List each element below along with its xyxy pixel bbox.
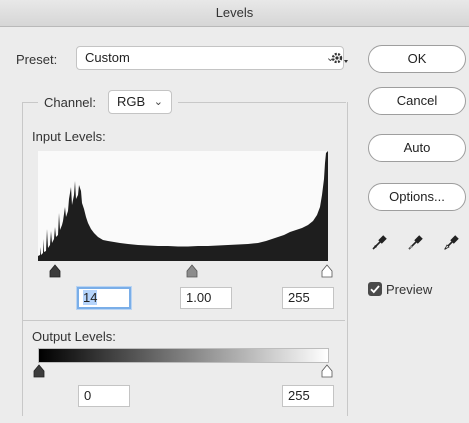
options-button[interactable]: Options... <box>368 183 466 211</box>
output-black-value: 0 <box>84 388 92 403</box>
output-black-slider[interactable] <box>32 364 46 378</box>
output-white-field[interactable]: 255 <box>282 385 334 407</box>
gamma-slider[interactable] <box>185 264 199 278</box>
black-point-eyedropper-icon[interactable] <box>370 232 390 255</box>
input-black-field[interactable]: 14 <box>77 287 131 309</box>
output-levels-label: Output Levels: <box>32 329 116 344</box>
checkmark-icon <box>370 285 380 294</box>
histogram-graph <box>38 151 328 261</box>
gray-point-eyedropper-icon[interactable] <box>406 232 426 255</box>
input-gamma-field[interactable]: 1.00 <box>180 287 232 309</box>
gear-icon[interactable] <box>329 48 351 68</box>
output-black-field[interactable]: 0 <box>78 385 130 407</box>
ok-button[interactable]: OK <box>368 45 466 73</box>
output-gradient-bar <box>38 348 329 363</box>
window-title: Levels <box>0 0 469 27</box>
input-white-field[interactable]: 255 <box>282 287 334 309</box>
white-point-eyedropper-icon[interactable] <box>442 232 462 255</box>
group-divider <box>23 320 345 321</box>
input-black-value: 14 <box>83 290 98 305</box>
histogram <box>38 151 328 261</box>
preset-label: Preset: <box>16 52 58 67</box>
output-white-slider[interactable] <box>320 364 334 378</box>
input-white-value: 255 <box>288 290 310 305</box>
preview-checkbox[interactable] <box>368 282 382 296</box>
preview-label: Preview <box>386 282 433 297</box>
black-point-slider[interactable] <box>48 264 62 278</box>
preset-value: Custom <box>85 50 130 65</box>
levels-dialog: Levels Preset: Custom ⌄ OK Cancel Auto O… <box>0 0 469 423</box>
output-white-value: 255 <box>288 388 310 403</box>
input-gamma-value: 1.00 <box>186 290 212 305</box>
preset-select[interactable]: Custom ⌄ <box>76 46 344 70</box>
cancel-button[interactable]: Cancel <box>368 87 466 115</box>
auto-button[interactable]: Auto <box>368 134 466 162</box>
white-point-slider[interactable] <box>320 264 334 278</box>
input-levels-label: Input Levels: <box>32 129 106 144</box>
